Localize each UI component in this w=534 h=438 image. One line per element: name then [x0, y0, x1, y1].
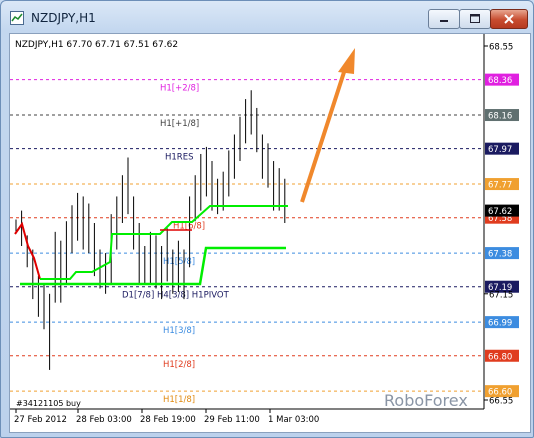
level-label: D1[7/8] H4[3/8] H1PIVOT	[122, 291, 230, 301]
forecast-arrow-icon	[338, 48, 355, 74]
level-label: H1[5/8]	[163, 257, 195, 267]
restore-button[interactable]	[459, 9, 491, 29]
current-price-label: 67.62	[488, 207, 512, 217]
trade-label: #34121105 buy	[16, 399, 81, 408]
minimize-button[interactable]	[428, 9, 460, 29]
watermark: RoboForex	[384, 391, 468, 410]
title-bar[interactable]: NZDJPY,H1	[1, 1, 533, 35]
price-axis-label: 68.55	[489, 43, 513, 53]
price-badge-label: 68.36	[488, 76, 512, 86]
time-axis-label: 27 Feb 2012	[14, 415, 67, 425]
price-badge-label: 68.16	[488, 112, 512, 122]
level-label: H1RES	[165, 153, 193, 163]
chart-app-icon	[10, 11, 24, 25]
time-axis-label: 1 Mar 03:00	[268, 415, 319, 425]
price-badge-label: 67.38	[488, 250, 512, 260]
price-axis-label: 67.15	[489, 290, 513, 300]
price-chart[interactable]: H1[+2/8]H1[+1/8]H1RESH1[6/8]H1[5/8]D1[7/…	[10, 34, 530, 432]
time-axis-label: 29 Feb 11:00	[204, 415, 260, 425]
level-label: H1[+1/8]	[160, 119, 199, 129]
time-axis-label: 28 Feb 03:00	[76, 415, 132, 425]
price-badge-label: 66.99	[488, 319, 512, 329]
level-label: H1[2/8]	[163, 360, 195, 370]
window-title: NZDJPY,H1	[31, 11, 96, 25]
terminal-window: NZDJPY,H1 H1[+2/8] H1[+1/8] H1RES H1[6/8] H1…	[0, 0, 534, 438]
close-button[interactable]	[490, 9, 528, 29]
price-axis-label: 66.55	[489, 397, 513, 407]
time-axis-label: 28 Feb 19:00	[140, 415, 196, 425]
restore-icon	[470, 14, 480, 23]
level-label: H1[3/8]	[163, 326, 195, 336]
level-label: H1[1/8]	[163, 395, 195, 405]
forecast-arrow-shaft	[300, 65, 348, 203]
price-badge-label: 67.97	[488, 145, 512, 155]
chart-area[interactable]: H1[+2/8] H1[+1/8] H1RES H1[6/8] H1[5/8] D1[7/…	[9, 33, 531, 433]
level-label: H1[+2/8]	[160, 84, 199, 94]
chart-header: NZDJPY,H1 67.70 67.71 67.51 67.62	[15, 40, 178, 50]
minimize-icon	[440, 20, 448, 22]
price-badge-label: 67.77	[488, 181, 512, 191]
price-badge-label: 66.80	[488, 352, 512, 362]
close-icon	[504, 14, 514, 24]
